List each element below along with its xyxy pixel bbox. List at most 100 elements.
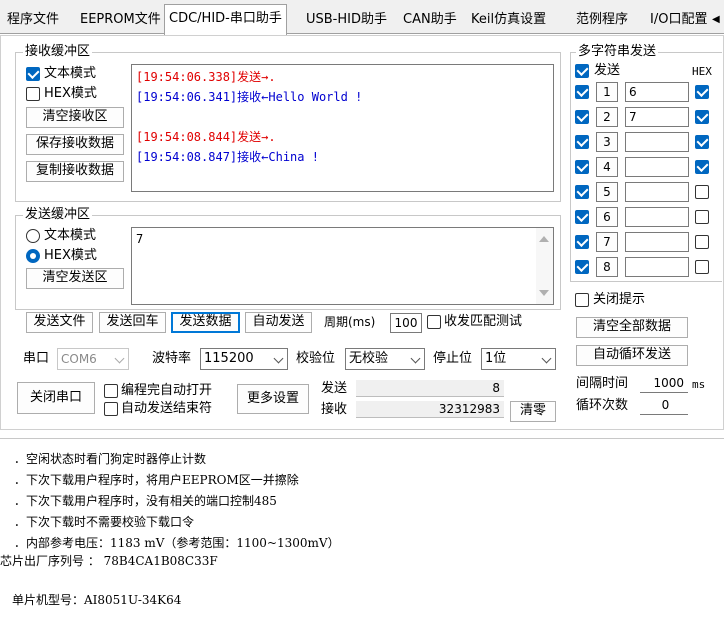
multi-row-send-checkbox[interactable] xyxy=(575,135,589,149)
match-test-checkbox[interactable] xyxy=(427,315,441,329)
chevron-down-icon xyxy=(273,353,284,364)
tab-bar: 程序文件 EEPROM文件 CDC/HID-串口助手 USB-HID助手 CAN… xyxy=(0,0,724,35)
chevron-down-icon xyxy=(410,353,421,364)
parity-value: 无校验 xyxy=(349,351,389,366)
auto-send-button[interactable]: 自动发送 xyxy=(245,312,312,333)
baud-label: 波特率 xyxy=(152,351,192,366)
multi-row-send-button[interactable]: 2 xyxy=(596,107,618,127)
multi-row-hex-checkbox[interactable] xyxy=(695,160,709,174)
multi-row-send-button[interactable]: 1 xyxy=(596,82,618,102)
multi-send-all-checkbox[interactable] xyxy=(575,64,589,78)
receive-hex-mode-checkbox[interactable] xyxy=(26,87,40,101)
multi-row-input[interactable] xyxy=(625,207,689,227)
chevron-down-icon xyxy=(114,353,125,364)
log-line: 芯片出厂序列号 ： 78B4CA1B08C33F xyxy=(0,554,218,568)
chevron-down-icon xyxy=(541,353,552,364)
receive-hex-mode-label: HEX模式 xyxy=(44,86,97,101)
tab-usb-hid[interactable]: USB-HID助手 xyxy=(302,8,391,34)
log-line: ．空闲状态时看门狗定时器停止计数 xyxy=(14,452,207,466)
tab-examples[interactable]: 范例程序 xyxy=(572,8,632,34)
multi-row-send-button[interactable]: 8 xyxy=(596,257,618,277)
tab-eeprom-file[interactable]: EEPROM文件 xyxy=(76,8,165,34)
receive-text-mode-checkbox[interactable] xyxy=(26,67,40,81)
multi-row-input[interactable]: 7 xyxy=(625,107,689,127)
multi-row-hex-checkbox[interactable] xyxy=(695,110,709,124)
tab-program-file[interactable]: 程序文件 xyxy=(3,8,63,34)
clear-receive-button[interactable]: 清空接收区 xyxy=(26,107,124,128)
scroll-down-icon[interactable] xyxy=(539,290,549,296)
multi-send-header: 发送 xyxy=(594,63,621,78)
multi-row-hex-checkbox[interactable] xyxy=(695,235,709,249)
multi-row-hex-checkbox[interactable] xyxy=(695,85,709,99)
send-text-mode-radio[interactable] xyxy=(26,229,40,243)
receive-line: [19:54:06.338]发送→. xyxy=(136,70,276,84)
copy-receive-button[interactable]: 复制接收数据 xyxy=(26,161,124,182)
send-textarea[interactable]: 7 xyxy=(131,227,554,305)
stop-bits-label: 停止位 xyxy=(433,351,473,366)
multi-row-send-checkbox[interactable] xyxy=(575,210,589,224)
multi-row-hex-checkbox[interactable] xyxy=(695,135,709,149)
period-input[interactable]: 100 xyxy=(390,313,422,333)
multi-row-input[interactable]: 6 xyxy=(625,82,689,102)
tab-cdc-hid-serial[interactable]: CDC/HID-串口助手 xyxy=(164,4,287,35)
clear-send-button[interactable]: 清空发送区 xyxy=(26,268,124,289)
multi-row-send-button[interactable]: 6 xyxy=(596,207,618,227)
port-value: COM6 xyxy=(61,352,97,366)
multi-row-input[interactable] xyxy=(625,182,689,202)
more-settings-button[interactable]: 更多设置 xyxy=(237,384,309,414)
clear-counter-button[interactable]: 清零 xyxy=(510,401,556,422)
send-content: 7 xyxy=(136,232,144,246)
multi-row-input[interactable] xyxy=(625,157,689,177)
send-scrollbar[interactable] xyxy=(536,228,553,304)
tab-keil-sim[interactable]: Keil仿真设置 xyxy=(467,8,550,34)
tab-io-config[interactable]: I/O口配置 xyxy=(646,8,712,34)
auto-end-checkbox[interactable] xyxy=(104,402,118,416)
sent-count-label: 发送 xyxy=(321,381,348,396)
multi-row-send-button[interactable]: 3 xyxy=(596,132,618,152)
multi-row-send-button[interactable]: 4 xyxy=(596,157,618,177)
multi-row-hex-checkbox[interactable] xyxy=(695,210,709,224)
baud-select[interactable]: 115200 xyxy=(200,348,288,370)
multi-row-send-checkbox[interactable] xyxy=(575,235,589,249)
receive-textarea[interactable]: [19:54:06.338]发送→. [19:54:06.341]接收←Hell… xyxy=(131,64,554,192)
download-log: ．空闲状态时看门狗定时器停止计数 ．下次下载用户程序时，将用户EEPROM区一并… xyxy=(0,438,724,626)
stop-bits-select[interactable]: 1位 xyxy=(481,348,556,370)
port-select[interactable]: COM6 xyxy=(57,348,129,370)
multi-row-hex-checkbox[interactable] xyxy=(695,260,709,274)
multi-row-send-button[interactable]: 7 xyxy=(596,232,618,252)
send-return-button[interactable]: 发送回车 xyxy=(99,312,166,333)
multi-row-send-checkbox[interactable] xyxy=(575,110,589,124)
close-hint-checkbox[interactable] xyxy=(575,293,589,307)
period-label: 周期(ms) xyxy=(324,315,376,329)
auto-open-label: 编程完自动打开 xyxy=(121,383,213,398)
tab-scroll-left-icon[interactable]: ◀ xyxy=(712,10,724,30)
multi-row-send-button[interactable]: 5 xyxy=(596,182,618,202)
multi-row-hex-checkbox[interactable] xyxy=(695,185,709,199)
interval-input[interactable]: 1000 xyxy=(640,375,688,393)
save-receive-button[interactable]: 保存接收数据 xyxy=(26,134,124,155)
send-file-button[interactable]: 发送文件 xyxy=(26,312,93,333)
tab-can[interactable]: CAN助手 xyxy=(399,8,461,34)
log-line: ．下次下载用户程序时，将用户EEPROM区一并擦除 xyxy=(14,473,299,487)
loop-count-input[interactable]: 0 xyxy=(640,397,688,415)
multi-row-send-checkbox[interactable] xyxy=(575,185,589,199)
multi-row-input[interactable] xyxy=(625,132,689,152)
multi-row-input[interactable] xyxy=(625,232,689,252)
receive-buffer-title: 接收缓冲区 xyxy=(23,44,93,59)
multi-row-send-checkbox[interactable] xyxy=(575,85,589,99)
port-label: 串口 xyxy=(23,351,50,366)
send-hex-mode-radio[interactable] xyxy=(26,249,40,263)
receive-text-mode-label: 文本模式 xyxy=(44,66,97,81)
multi-row-send-checkbox[interactable] xyxy=(575,160,589,174)
send-data-button[interactable]: 发送数据 xyxy=(171,312,240,333)
log-line: ．内部参考电压：1183 mV（参考范围：1100~1300mV） xyxy=(14,536,340,550)
clear-all-button[interactable]: 清空全部数据 xyxy=(576,317,688,338)
multi-row-send-checkbox[interactable] xyxy=(575,260,589,274)
auto-open-checkbox[interactable] xyxy=(104,384,118,398)
parity-select[interactable]: 无校验 xyxy=(345,348,425,370)
multi-row-input[interactable] xyxy=(625,257,689,277)
send-hex-mode-label: HEX模式 xyxy=(44,248,97,263)
auto-loop-send-button[interactable]: 自动循环发送 xyxy=(576,345,688,366)
scroll-up-icon[interactable] xyxy=(539,236,549,242)
close-port-button[interactable]: 关闭串口 xyxy=(17,382,95,414)
